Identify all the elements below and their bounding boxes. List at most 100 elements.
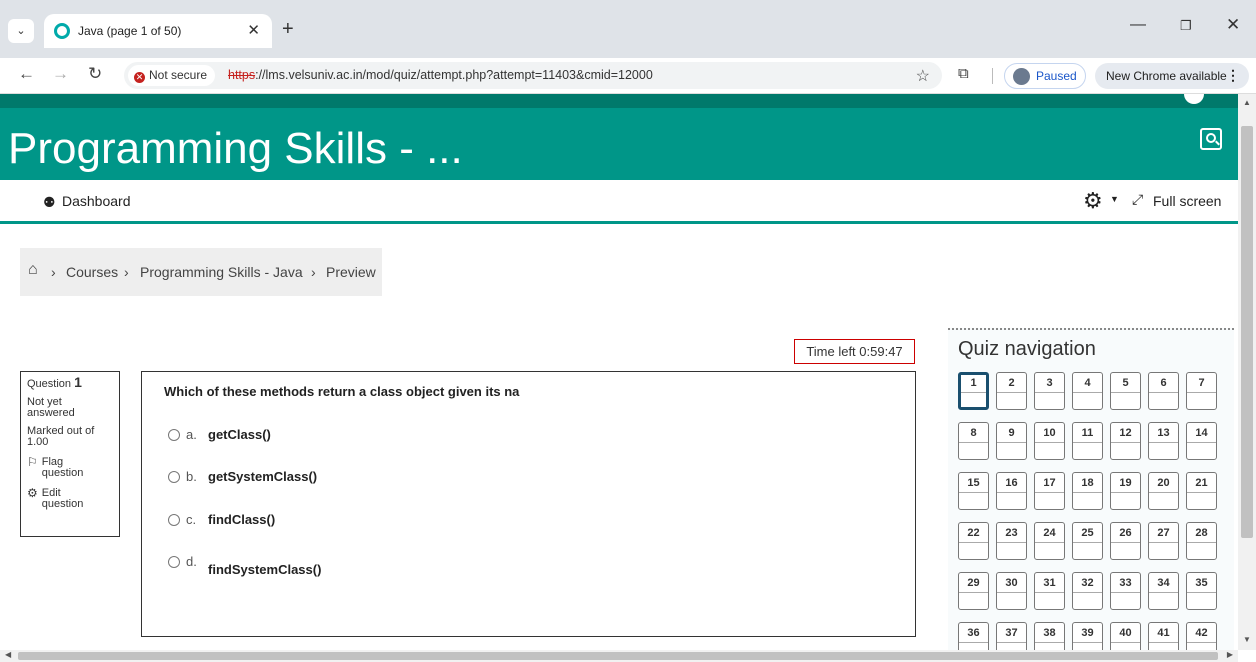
quiz-nav-button-39[interactable]: 39	[1072, 622, 1103, 650]
quiz-nav-button-16[interactable]: 16	[996, 472, 1027, 510]
quiz-nav-button-6[interactable]: 6	[1148, 372, 1179, 410]
scrollbar-thumb[interactable]	[18, 652, 1218, 660]
quiz-nav-button-36[interactable]: 36	[958, 622, 989, 650]
quiz-nav-number: 13	[1149, 423, 1178, 443]
browser-tab[interactable]: Java (page 1 of 50) ✕	[44, 14, 272, 48]
bookmark-star-icon[interactable]: ☆	[916, 66, 930, 86]
quiz-nav-button-4[interactable]: 4	[1072, 372, 1103, 410]
quiz-nav-button-7[interactable]: 7	[1186, 372, 1217, 410]
quiz-nav-button-27[interactable]: 27	[1148, 522, 1179, 560]
quiz-nav-button-9[interactable]: 9	[996, 422, 1027, 460]
search-icon[interactable]	[1200, 128, 1222, 150]
user-menu-icon[interactable]	[1184, 94, 1204, 104]
quiz-nav-button-20[interactable]: 20	[1148, 472, 1179, 510]
extensions-icon[interactable]: ⧉	[958, 65, 969, 82]
address-bar[interactable]: ✕ Not secure https://lms.velsuniv.ac.in/m…	[124, 62, 942, 89]
tab-search-icon[interactable]: ⌄	[8, 19, 34, 43]
scroll-up-icon[interactable]: ▲	[1243, 98, 1251, 107]
radio-button[interactable]	[168, 471, 180, 483]
quiz-nav-button-29[interactable]: 29	[958, 572, 989, 610]
breadcrumb-course[interactable]: Programming Skills - Java	[140, 264, 303, 280]
scrollbar-thumb[interactable]	[1241, 126, 1253, 538]
fullscreen-link[interactable]: Full screen	[1153, 193, 1221, 209]
flag-question-link[interactable]: ⚐ Flag question	[27, 456, 113, 479]
quiz-nav-number: 29	[959, 573, 988, 593]
reload-icon[interactable]: ↻	[88, 64, 102, 84]
quiz-nav-button-35[interactable]: 35	[1186, 572, 1217, 610]
chevron-down-icon[interactable]: ▼	[1110, 194, 1119, 204]
quiz-nav-button-32[interactable]: 32	[1072, 572, 1103, 610]
time-left: Time left 0:59:47	[794, 339, 915, 364]
scroll-left-icon[interactable]: ◀	[5, 650, 11, 659]
close-tab-icon[interactable]: ✕	[247, 21, 260, 39]
scroll-down-icon[interactable]: ▼	[1243, 635, 1251, 644]
forward-icon[interactable]: →	[52, 64, 69, 84]
quiz-nav-button-8[interactable]: 8	[958, 422, 989, 460]
profile-button[interactable]: Paused	[1004, 63, 1086, 89]
back-icon[interactable]: ←	[18, 64, 35, 84]
quiz-nav-button-5[interactable]: 5	[1110, 372, 1141, 410]
quiz-nav-button-31[interactable]: 31	[1034, 572, 1065, 610]
window-close-icon[interactable]: ✕	[1226, 15, 1240, 35]
header-strip	[0, 94, 1238, 108]
quiz-nav-button-21[interactable]: 21	[1186, 472, 1217, 510]
quiz-nav-button-26[interactable]: 26	[1110, 522, 1141, 560]
radio-button[interactable]	[168, 514, 180, 526]
quiz-nav-button-22[interactable]: 22	[958, 522, 989, 560]
quiz-nav-button-37[interactable]: 37	[996, 622, 1027, 650]
option-d[interactable]: d.findSystemClass()	[168, 554, 321, 577]
quiz-nav-button-18[interactable]: 18	[1072, 472, 1103, 510]
quiz-nav-button-15[interactable]: 15	[958, 472, 989, 510]
option-b[interactable]: b. getSystemClass()	[168, 469, 317, 484]
dashboard-link[interactable]: Dashboard	[62, 193, 131, 209]
quiz-nav-number: 23	[997, 523, 1026, 543]
fullscreen-icon[interactable]: ⤢	[1132, 191, 1143, 208]
quiz-nav-button-23[interactable]: 23	[996, 522, 1027, 560]
quiz-nav-button-13[interactable]: 13	[1148, 422, 1179, 460]
vertical-scrollbar[interactable]: ▲ ▼	[1238, 94, 1256, 650]
quiz-nav-button-19[interactable]: 19	[1110, 472, 1141, 510]
quiz-nav-button-24[interactable]: 24	[1034, 522, 1065, 560]
home-icon[interactable]: ⌂	[28, 261, 38, 279]
quiz-nav-button-3[interactable]: 3	[1034, 372, 1065, 410]
gear-icon[interactable]: ⚙	[1083, 188, 1103, 214]
quiz-nav-button-41[interactable]: 41	[1148, 622, 1179, 650]
new-tab-icon[interactable]: +	[282, 18, 294, 41]
minimize-icon[interactable]: —	[1130, 16, 1146, 34]
chrome-update-button[interactable]: New Chrome available ⋮	[1095, 63, 1249, 89]
quiz-nav-button-38[interactable]: 38	[1034, 622, 1065, 650]
quiz-nav-number: 21	[1187, 473, 1216, 493]
quiz-nav-button-10[interactable]: 10	[1034, 422, 1065, 460]
quiz-nav-button-40[interactable]: 40	[1110, 622, 1141, 650]
breadcrumb-preview[interactable]: Preview	[326, 264, 376, 280]
security-chip[interactable]: ✕ Not secure	[128, 65, 216, 86]
radio-button[interactable]	[168, 429, 180, 441]
radio-button[interactable]	[168, 556, 180, 568]
breadcrumb-courses[interactable]: Courses	[66, 264, 118, 280]
quiz-nav-button-14[interactable]: 14	[1186, 422, 1217, 460]
quiz-nav-button-11[interactable]: 11	[1072, 422, 1103, 460]
option-c[interactable]: c. findClass()	[168, 512, 275, 527]
quiz-nav-button-28[interactable]: 28	[1186, 522, 1217, 560]
quiz-nav-button-12[interactable]: 12	[1110, 422, 1141, 460]
quiz-nav-number: 34	[1149, 573, 1178, 593]
quiz-nav-button-34[interactable]: 34	[1148, 572, 1179, 610]
url-text[interactable]: https://lms.velsuniv.ac.in/mod/quiz/atte…	[228, 68, 653, 82]
quiz-nav-button-25[interactable]: 25	[1072, 522, 1103, 560]
option-a[interactable]: a. getClass()	[168, 427, 271, 442]
quiz-nav-button-1[interactable]: 1	[958, 372, 989, 410]
edit-question-link[interactable]: ⚙ Edit question	[27, 487, 113, 510]
menu-dots-icon[interactable]: ⋮	[1226, 67, 1240, 84]
quiz-nav-button-30[interactable]: 30	[996, 572, 1027, 610]
horizontal-scrollbar[interactable]: ◀ ▶	[0, 650, 1238, 662]
scroll-right-icon[interactable]: ▶	[1227, 650, 1233, 659]
question-number: Question 1	[27, 374, 82, 390]
quiz-nav-button-42[interactable]: 42	[1186, 622, 1217, 650]
quiz-nav-button-33[interactable]: 33	[1110, 572, 1141, 610]
quiz-nav-number: 22	[959, 523, 988, 543]
browser-tab-bar: ⌄ Java (page 1 of 50) ✕ + — ❐ ✕	[0, 0, 1256, 58]
quiz-nav-number: 32	[1073, 573, 1102, 593]
quiz-nav-button-17[interactable]: 17	[1034, 472, 1065, 510]
quiz-nav-button-2[interactable]: 2	[996, 372, 1027, 410]
restore-icon[interactable]: ❐	[1180, 18, 1192, 34]
